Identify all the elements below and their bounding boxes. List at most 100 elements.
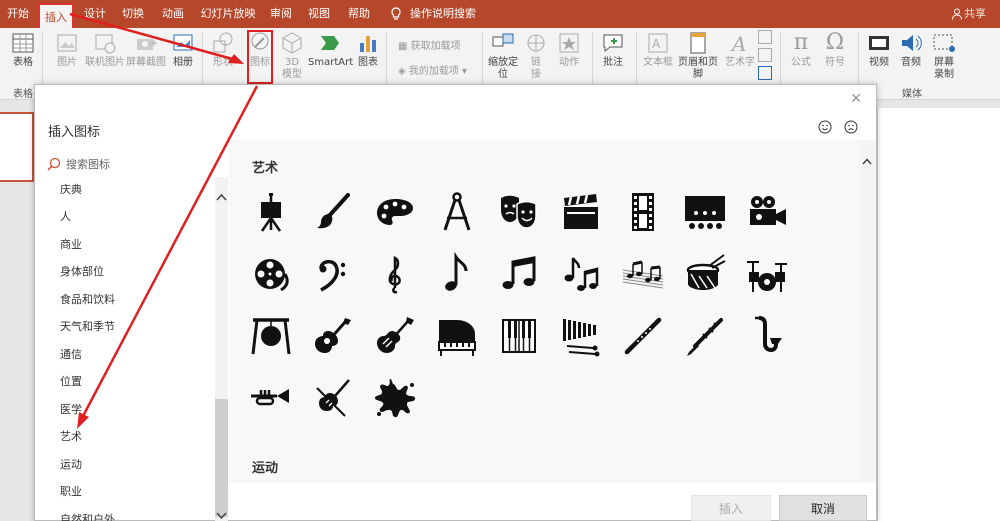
category-art[interactable]: 艺术 <box>60 428 82 444</box>
tab-review[interactable]: 审阅 <box>264 0 298 28</box>
tab-insert[interactable]: 插入 <box>38 3 74 28</box>
film-reel-icon[interactable] <box>249 252 293 296</box>
share-button[interactable]: 共享 <box>964 0 986 28</box>
search-input[interactable]: 搜索图标 <box>47 153 227 175</box>
violin-icon[interactable] <box>311 376 355 420</box>
clarinet-icon[interactable] <box>683 314 727 358</box>
paint-splat-icon[interactable] <box>373 376 417 420</box>
category-scroll-thumb[interactable] <box>215 399 228 517</box>
textbox-button[interactable]: A 文本框 <box>642 31 674 69</box>
tab-slideshow[interactable]: 幻灯片放映 <box>198 0 258 28</box>
drum-kit-icon[interactable] <box>745 252 789 296</box>
chevron-down-icon[interactable] <box>216 511 227 520</box>
category-list: 庆典 人 商业 身体部位 食品和饮料 天气和季节 通信 位置 医学 艺术 运动 … <box>35 177 231 521</box>
tab-home[interactable]: 开始 <box>0 0 36 28</box>
tab-view[interactable]: 视图 <box>302 0 336 28</box>
symbol-button[interactable]: Ω 符号 <box>822 31 848 69</box>
slide-canvas[interactable] <box>877 108 1000 521</box>
clapperboard-icon[interactable] <box>559 190 603 234</box>
theater-masks-icon[interactable] <box>497 190 541 234</box>
close-icon[interactable]: ✕ <box>850 91 862 107</box>
object-button[interactable] <box>758 66 772 80</box>
theater-stage-icon[interactable] <box>683 190 727 234</box>
eighth-note-icon[interactable] <box>435 251 479 296</box>
gallery-scrollbar[interactable] <box>858 140 876 483</box>
ribbon-tab-bar: 开始 插入 设计 切换 动画 幻灯片放映 审阅 视图 帮助 操作说明搜索 共享 <box>0 0 1000 28</box>
zoom-button[interactable]: 缩放定 位 <box>486 31 520 81</box>
my-addins-button[interactable]: ◈ 我的加载项 ▾ <box>398 62 467 77</box>
tab-animations[interactable]: 动画 <box>156 0 190 28</box>
header-footer-button[interactable]: 页眉和页脚 <box>674 31 722 81</box>
piano-keys-icon[interactable] <box>497 314 541 358</box>
link-button[interactable]: 链 接 <box>524 31 548 81</box>
chevron-up-icon[interactable] <box>862 158 872 165</box>
film-strip-icon[interactable] <box>621 190 665 234</box>
saxophone-icon[interactable] <box>745 314 789 358</box>
xylophone-icon[interactable] <box>559 314 603 358</box>
equation-button[interactable]: π 公式 <box>788 31 814 69</box>
category-location[interactable]: 位置 <box>60 373 82 389</box>
tell-me-search[interactable]: 操作说明搜索 <box>410 0 476 28</box>
get-addins-button[interactable]: ▦ 获取加载项 <box>398 37 461 52</box>
gong-icon[interactable] <box>249 314 293 358</box>
insert-button[interactable]: 插入 <box>691 495 771 521</box>
action-button[interactable]: 动作 <box>554 31 584 69</box>
category-communication[interactable]: 通信 <box>60 346 82 362</box>
table-button[interactable]: 表格 <box>8 31 38 69</box>
flute-icon[interactable] <box>621 314 665 358</box>
screen-recording-button[interactable]: 屏幕 录制 <box>930 31 958 81</box>
tab-design[interactable]: 设计 <box>78 0 112 28</box>
wordart-button[interactable]: A 艺术字 <box>724 31 756 69</box>
drum-icon[interactable] <box>683 252 727 296</box>
chart-button[interactable]: 图表 <box>356 31 380 69</box>
category-people[interactable]: 人 <box>60 208 71 224</box>
bass-clef-icon[interactable] <box>311 252 355 296</box>
3d-model-button[interactable]: 3D 模型 <box>280 31 304 81</box>
movie-camera-icon[interactable] <box>745 190 789 234</box>
paintbrush-icon[interactable] <box>311 190 355 234</box>
sheet-music-icon[interactable] <box>621 252 665 296</box>
header-footer-icon <box>690 32 706 54</box>
easel-icon[interactable] <box>249 190 293 234</box>
category-body-parts[interactable]: 身体部位 <box>60 263 104 279</box>
camera-icon <box>137 39 157 50</box>
category-business[interactable]: 商业 <box>60 236 82 252</box>
lightbulb-icon <box>391 7 401 20</box>
picture-button[interactable]: 图片 <box>52 31 82 69</box>
category-celebration[interactable]: 庆典 <box>60 181 82 197</box>
tab-help[interactable]: 帮助 <box>342 0 376 28</box>
frown-feedback-icon[interactable] <box>844 120 858 134</box>
palette-icon[interactable] <box>373 190 417 234</box>
comment-button[interactable]: 批注 <box>598 31 628 69</box>
photo-album-icon <box>173 34 193 51</box>
electric-guitar-icon[interactable] <box>373 314 417 358</box>
beamed-notes-2-icon[interactable] <box>559 252 603 296</box>
tab-transitions[interactable]: 切换 <box>116 0 150 28</box>
acoustic-guitar-icon[interactable] <box>311 314 355 358</box>
category-sports[interactable]: 运动 <box>60 456 82 472</box>
cancel-button[interactable]: 取消 <box>779 495 867 521</box>
treble-clef-icon[interactable] <box>373 252 417 296</box>
shapes-button[interactable]: 形状 <box>210 31 236 69</box>
star-icon <box>559 33 579 53</box>
slide-number-button[interactable] <box>758 48 772 62</box>
date-time-button[interactable] <box>758 30 772 44</box>
online-picture-button[interactable]: 联机图片 <box>85 31 125 69</box>
smartart-button[interactable]: SmartArt <box>308 31 353 69</box>
slide-thumbnail[interactable] <box>0 112 34 182</box>
video-button[interactable]: 视频 <box>866 31 892 69</box>
grand-piano-icon[interactable] <box>435 314 479 358</box>
category-medical[interactable]: 医学 <box>60 401 82 417</box>
trumpet-icon[interactable] <box>249 376 293 420</box>
category-weather[interactable]: 天气和季节 <box>60 318 115 334</box>
album-button[interactable]: 相册 <box>170 31 196 69</box>
category-food-drink[interactable]: 食品和饮料 <box>60 291 115 307</box>
smile-feedback-icon[interactable] <box>818 120 832 134</box>
audio-button[interactable]: 音频 <box>898 31 924 69</box>
category-occupation[interactable]: 职业 <box>60 483 82 499</box>
beamed-notes-icon[interactable] <box>497 252 541 296</box>
compass-icon[interactable] <box>435 190 479 234</box>
screenshot-button[interactable]: 屏幕截图 <box>126 31 166 69</box>
category-nature[interactable]: 自然和户外 <box>60 511 115 521</box>
chevron-up-icon[interactable] <box>216 193 227 202</box>
